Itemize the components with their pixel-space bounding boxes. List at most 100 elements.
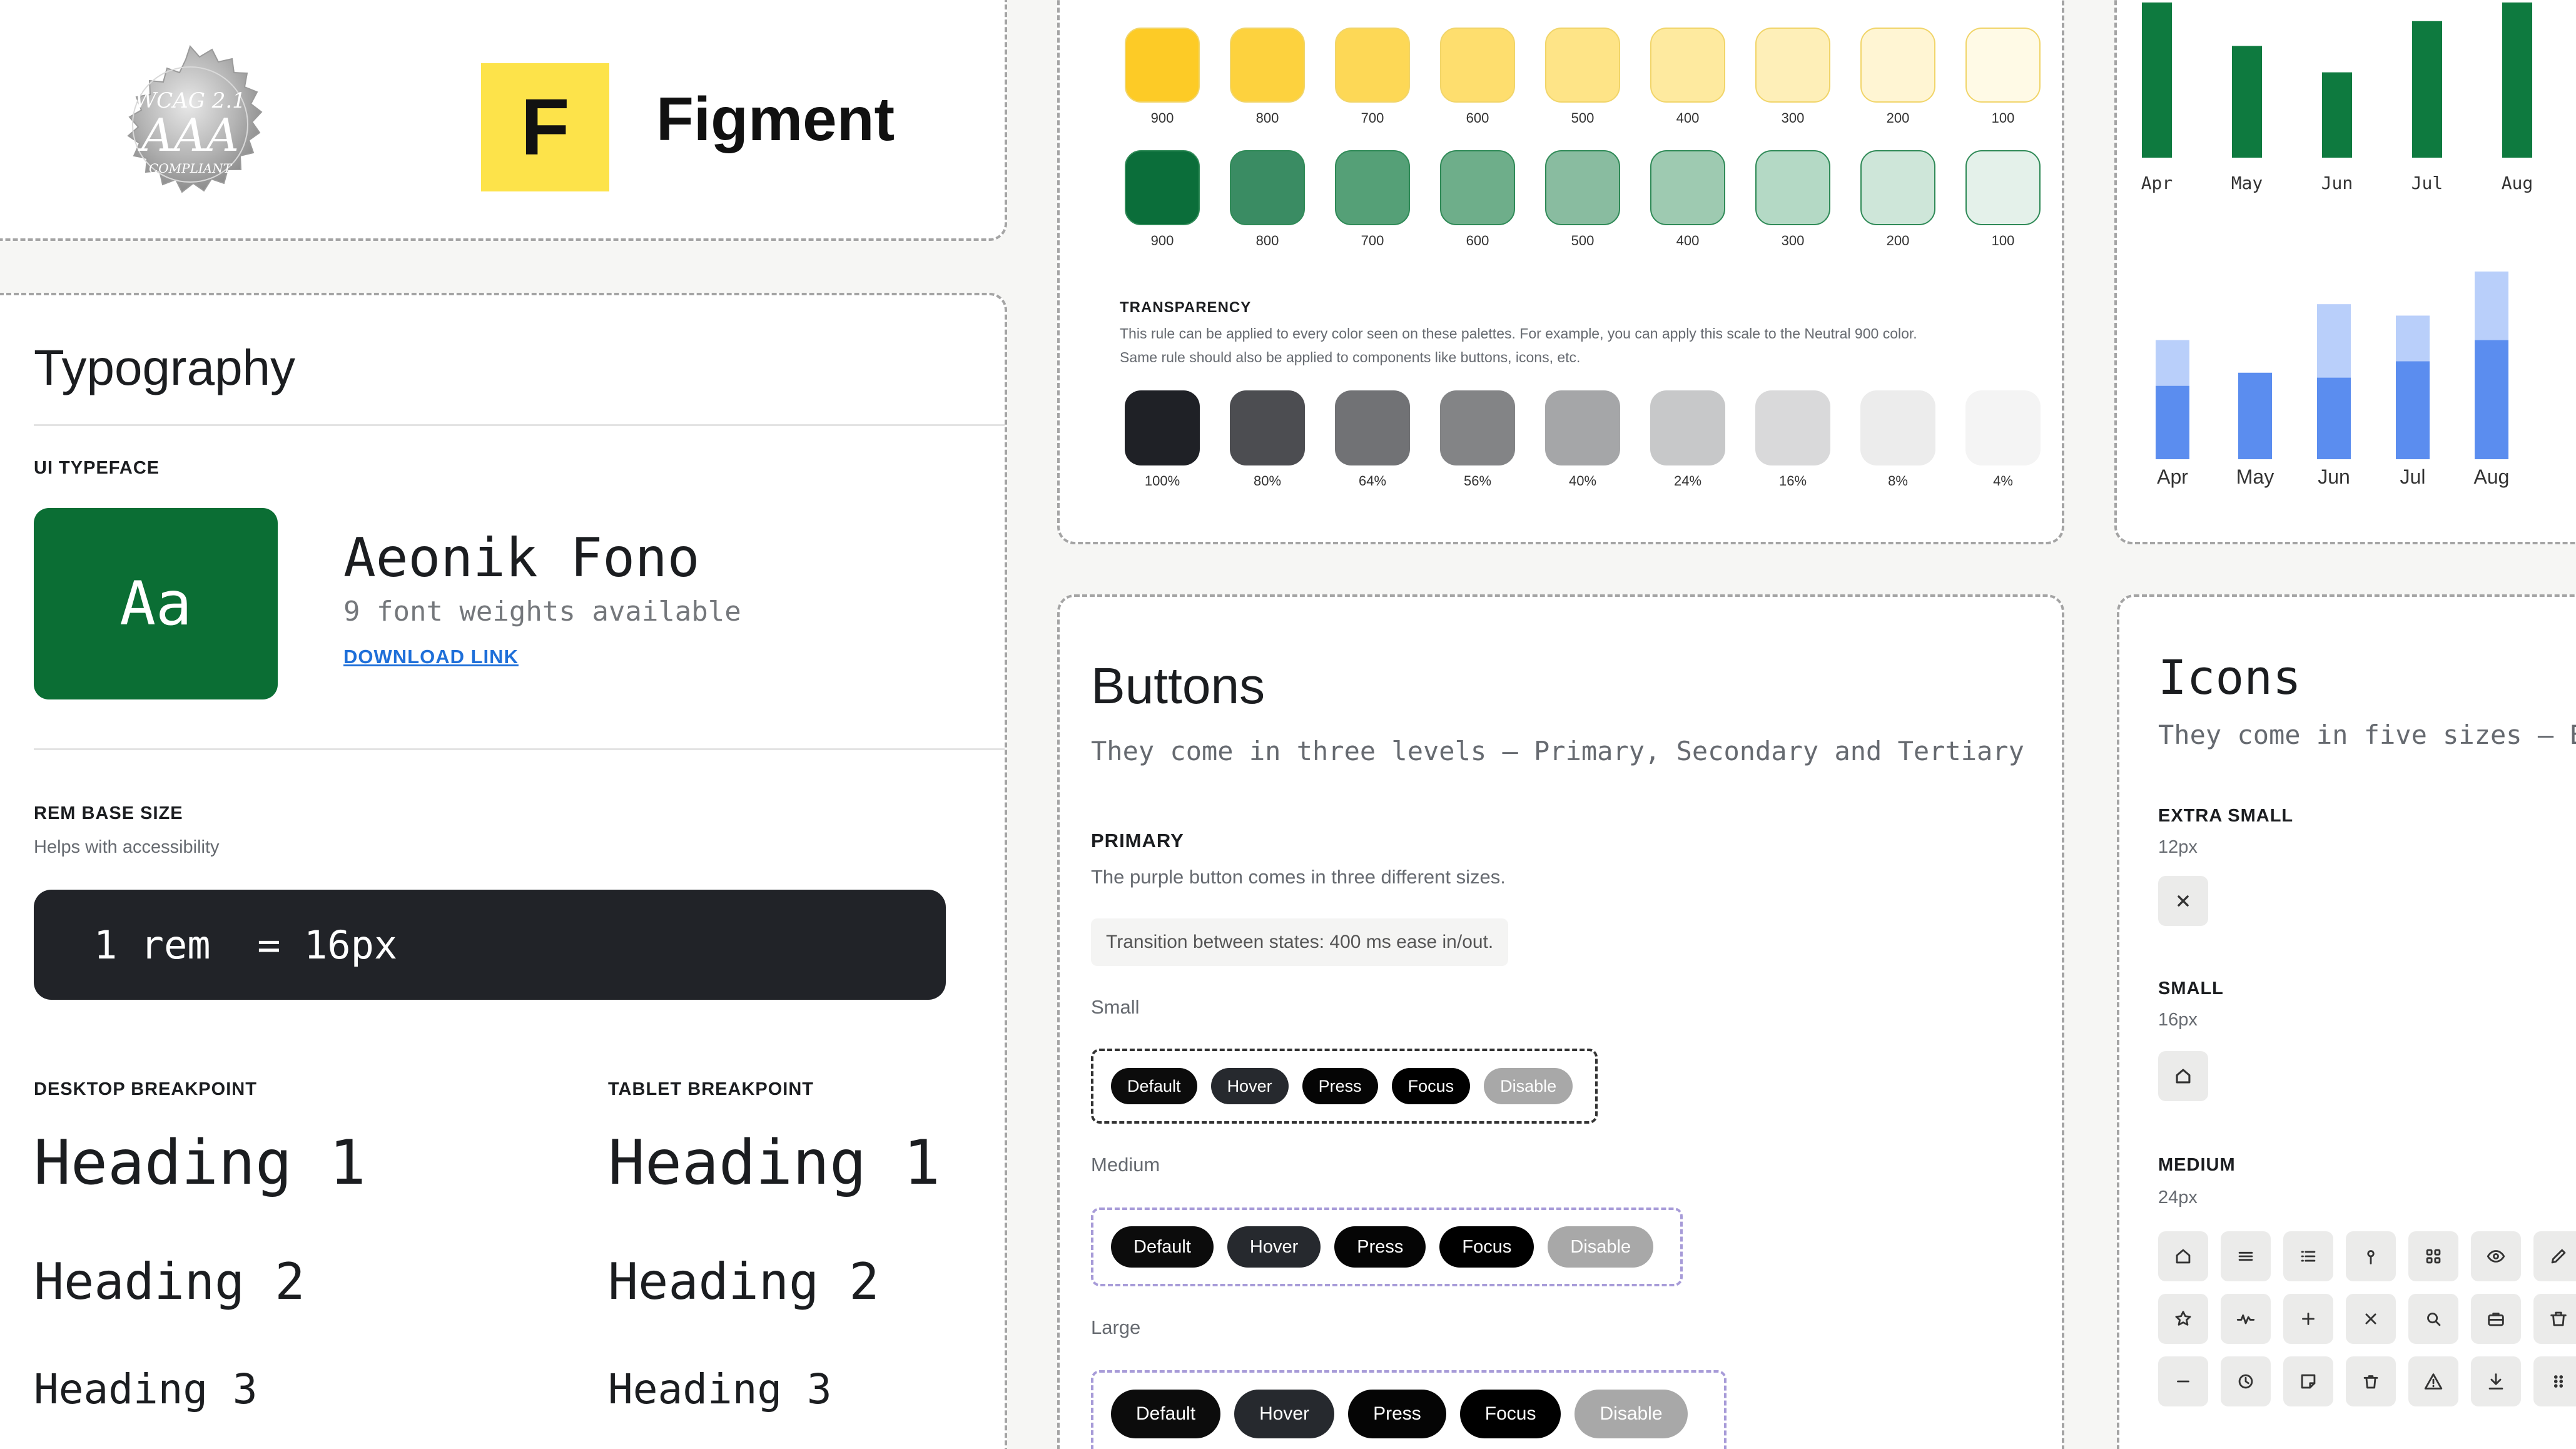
activity-icon[interactable]	[2221, 1294, 2271, 1344]
neutral-swatch-item: 56%	[1438, 390, 1518, 489]
medium-hover-button[interactable]: Hover	[1227, 1226, 1321, 1268]
green-swatch	[1440, 150, 1515, 225]
bar-may	[2232, 46, 2262, 158]
green-swatch-label: 900	[1150, 233, 1174, 248]
note-icon[interactable]	[2283, 1356, 2333, 1406]
rem-box: 1 rem = 16px	[34, 890, 946, 1000]
menu-icon[interactable]	[2221, 1231, 2271, 1281]
yellow-swatch-label: 100	[1991, 110, 2015, 126]
xs-label: EXTRA SMALL	[2158, 806, 2294, 826]
home-icon[interactable]	[2158, 1231, 2208, 1281]
transparency-text-1: This rule can be applied to every color …	[1120, 325, 1917, 342]
bar-secondary-jun	[2317, 304, 2351, 378]
green-swatch-item: 400	[1648, 150, 1728, 249]
green-swatch-label: 200	[1886, 233, 1910, 248]
medium-focus-button[interactable]: Focus	[1439, 1226, 1534, 1268]
eye-icon[interactable]	[2471, 1231, 2521, 1281]
medium-press-button[interactable]: Press	[1334, 1226, 1426, 1268]
small-default-button[interactable]: Default	[1111, 1068, 1197, 1104]
neutral-swatch	[1860, 390, 1935, 465]
green-swatch-item: 600	[1438, 150, 1518, 249]
yellow-swatch-label: 900	[1150, 110, 1174, 126]
buttons-title: Buttons	[1091, 658, 1265, 714]
delete-icon[interactable]	[2346, 1356, 2396, 1406]
x-tick-label: Apr	[2157, 465, 2188, 488]
bar-primary-jul	[2396, 361, 2430, 459]
close-icon[interactable]	[2346, 1294, 2396, 1344]
bar-primary-apr	[2156, 385, 2189, 459]
x-tick-label: Jul	[2411, 173, 2443, 193]
yellow-swatch	[1440, 28, 1515, 103]
large-hover-button[interactable]: Hover	[1234, 1390, 1335, 1438]
neutral-palette: 100% 80% 64% 56% 40% 24% 16% 8% 4%	[1122, 390, 2043, 489]
divider	[34, 748, 1005, 750]
x-tick-label: May	[2231, 173, 2263, 193]
green-swatch-label: 600	[1466, 233, 1489, 248]
green-swatch-item: 900	[1122, 150, 1202, 249]
green-swatch-label: 300	[1781, 233, 1805, 248]
x-tick-label: Aug	[2473, 465, 2510, 488]
small-press-button[interactable]: Press	[1302, 1068, 1378, 1104]
minus-icon[interactable]	[2158, 1356, 2208, 1406]
yellow-swatch-label: 700	[1361, 110, 1384, 126]
large-focus-button[interactable]: Focus	[1459, 1390, 1561, 1438]
grid-icon[interactable]	[2408, 1231, 2458, 1281]
plus-icon[interactable]	[2283, 1294, 2333, 1344]
large-disable-button[interactable]: Disable	[1575, 1390, 1688, 1438]
yellow-swatch-label: 600	[1466, 110, 1489, 126]
yellow-swatch-label: 500	[1571, 110, 1595, 126]
download-link[interactable]: DOWNLOAD LINK	[343, 646, 519, 668]
typography-card: Typography UI TYPEFACE Aa Aeonik Fono 9 …	[0, 293, 1007, 1449]
green-swatch-item: 800	[1227, 150, 1307, 249]
close-icon[interactable]	[2158, 876, 2208, 926]
yellow-swatch-item: 100	[1963, 28, 2043, 126]
neutral-swatch	[1755, 390, 1830, 465]
map-pin-icon[interactable]	[2346, 1231, 2396, 1281]
stacked-bar-chart	[2156, 272, 2508, 459]
tablet-heading-1: Heading 1	[608, 1127, 941, 1199]
edit-icon[interactable]	[2533, 1231, 2576, 1281]
neutral-swatch-label: 64%	[1358, 473, 1387, 489]
green-swatch	[1860, 150, 1935, 225]
brand-letter: F	[520, 83, 570, 172]
home-icon[interactable]	[2158, 1051, 2208, 1101]
yellow-palette: 900 800 700 600 500 400 300 200 100	[1122, 28, 2043, 126]
neutral-swatch-label: 40%	[1568, 473, 1597, 489]
alert-icon[interactable]	[2408, 1356, 2458, 1406]
briefcase-icon[interactable]	[2471, 1294, 2521, 1344]
clock-icon[interactable]	[2221, 1356, 2271, 1406]
neutral-swatch	[1545, 390, 1620, 465]
md-label: MEDIUM	[2158, 1155, 2236, 1175]
download-icon[interactable]	[2471, 1356, 2521, 1406]
bar-apr	[2142, 3, 2172, 158]
green-swatch-label: 100	[1991, 233, 2015, 248]
bar-secondary-aug	[2475, 272, 2508, 340]
search-icon[interactable]	[2408, 1294, 2458, 1344]
yellow-swatch	[1230, 28, 1305, 103]
icons-title: Icons	[2158, 649, 2301, 705]
drag-icon[interactable]	[2533, 1356, 2576, 1406]
medium-disable-button[interactable]: Disable	[1548, 1226, 1654, 1268]
large-press-button[interactable]: Press	[1348, 1390, 1446, 1438]
sm-label: SMALL	[2158, 979, 2224, 999]
typeface-sample: Aa	[34, 508, 278, 699]
brand-mark: F	[481, 63, 609, 191]
star-icon[interactable]	[2158, 1294, 2208, 1344]
large-default-button[interactable]: Default	[1111, 1390, 1221, 1438]
medium-default-button[interactable]: Default	[1111, 1226, 1214, 1268]
bar-primary-may	[2238, 372, 2272, 459]
wcag-badge: WCAG 2.1 AAA COMPLIANT	[106, 43, 275, 212]
primary-desc: The purple button comes in three differe…	[1091, 866, 1506, 888]
trash-icon[interactable]	[2533, 1294, 2576, 1344]
small-disable-button[interactable]: Disable	[1484, 1068, 1573, 1104]
yellow-swatch	[1545, 28, 1620, 103]
small-hover-button[interactable]: Hover	[1210, 1068, 1289, 1104]
bar-aug	[2502, 3, 2532, 158]
list-icon[interactable]	[2283, 1231, 2333, 1281]
yellow-swatch-item: 700	[1332, 28, 1412, 126]
transparency-label: TRANSPARENCY	[1120, 299, 1252, 316]
bar-jun	[2322, 72, 2352, 158]
green-swatch-label: 400	[1676, 233, 1700, 248]
bar-primary-jun	[2317, 377, 2351, 459]
small-focus-button[interactable]: Focus	[1391, 1068, 1471, 1104]
